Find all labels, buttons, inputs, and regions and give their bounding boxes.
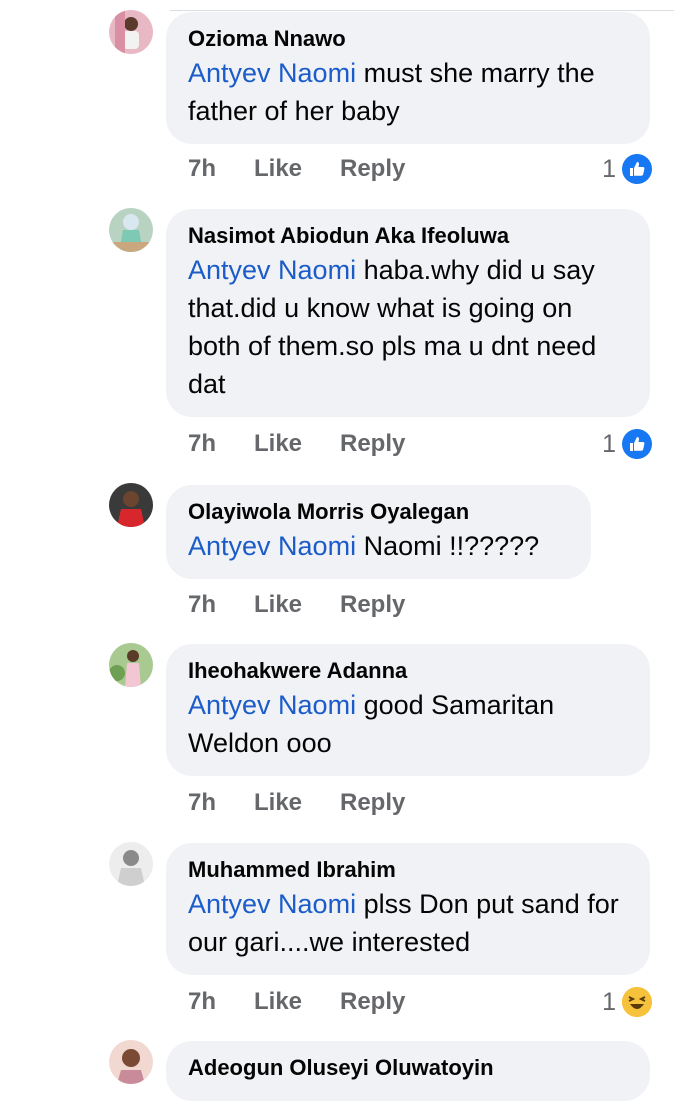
haha-icon (622, 987, 652, 1017)
reaction-summary[interactable]: 1 (602, 985, 652, 1019)
comment-bubble: Olayiwola Morris Oyalegan Antyev Naomi N… (166, 485, 591, 579)
comment-bubble: Muhammed Ibrahim Antyev Naomi plss Don p… (166, 843, 650, 975)
avatar[interactable] (109, 10, 153, 54)
reaction-summary[interactable]: 1 (602, 152, 652, 186)
reply-button[interactable]: Reply (340, 988, 405, 1016)
reply-button[interactable]: Reply (340, 155, 405, 183)
reply-button[interactable]: Reply (340, 591, 405, 619)
reaction-count: 1 (602, 154, 616, 183)
comment-text: Antyev Naomi must she marry the father o… (188, 58, 595, 126)
reply-button[interactable]: Reply (340, 430, 405, 458)
like-icon (622, 429, 652, 459)
comment-bubble: Ozioma Nnawo Antyev Naomi must she marry… (166, 12, 650, 144)
divider-line (170, 10, 674, 11)
comment-author[interactable]: Ozioma Nnawo (188, 24, 630, 54)
avatar[interactable] (109, 1040, 153, 1084)
avatar[interactable] (109, 842, 153, 886)
comment-text: Antyev Naomi plss Don put sand for our g… (188, 889, 619, 957)
comment-actions: 7h Like Reply (188, 985, 405, 1019)
comment-actions: 7h Like Reply (188, 588, 405, 622)
comment-text: Antyev Naomi haba.why did u say that.did… (188, 255, 597, 399)
mention-link[interactable]: Antyev Naomi (188, 531, 356, 561)
comment-author[interactable]: Olayiwola Morris Oyalegan (188, 497, 571, 527)
comment-time[interactable]: 7h (188, 789, 254, 817)
mention-link[interactable]: Antyev Naomi (188, 690, 356, 720)
like-icon (622, 154, 652, 184)
reaction-count: 1 (602, 429, 616, 458)
avatar[interactable] (109, 483, 153, 527)
comment-actions: 7h Like Reply (188, 427, 405, 461)
comment-author[interactable]: Muhammed Ibrahim (188, 855, 630, 885)
like-button[interactable]: Like (254, 789, 340, 817)
comment-time[interactable]: 7h (188, 591, 254, 619)
comment-actions: 7h Like Reply (188, 152, 405, 186)
reaction-summary[interactable]: 1 (602, 427, 652, 461)
comment-author[interactable]: Iheohakwere Adanna (188, 656, 630, 686)
comment-text: Antyev Naomi good Samaritan Weldon ooo (188, 690, 555, 758)
mention-link[interactable]: Antyev Naomi (188, 889, 356, 919)
comment-author[interactable]: Nasimot Abiodun Aka Ifeoluwa (188, 221, 630, 251)
like-button[interactable]: Like (254, 155, 340, 183)
comment-bubble: Iheohakwere Adanna Antyev Naomi good Sam… (166, 644, 650, 776)
comment-time[interactable]: 7h (188, 988, 254, 1016)
like-button[interactable]: Like (254, 591, 340, 619)
mention-link[interactable]: Antyev Naomi (188, 58, 356, 88)
avatar[interactable] (109, 643, 153, 687)
avatar[interactable] (109, 208, 153, 252)
comment-time[interactable]: 7h (188, 155, 254, 183)
comment-time[interactable]: 7h (188, 430, 254, 458)
reply-button[interactable]: Reply (340, 789, 405, 817)
comment-author[interactable]: Adeogun Oluseyi Oluwatoyin (188, 1053, 630, 1083)
comment-bubble: Adeogun Oluseyi Oluwatoyin (166, 1041, 650, 1101)
comment-bubble: Nasimot Abiodun Aka Ifeoluwa Antyev Naom… (166, 209, 650, 417)
mention-link[interactable]: Antyev Naomi (188, 255, 356, 285)
like-button[interactable]: Like (254, 988, 340, 1016)
comment-actions: 7h Like Reply (188, 786, 405, 820)
like-button[interactable]: Like (254, 430, 340, 458)
reaction-count: 1 (602, 987, 616, 1016)
comment-text: Antyev Naomi Naomi !!????? (188, 531, 540, 561)
